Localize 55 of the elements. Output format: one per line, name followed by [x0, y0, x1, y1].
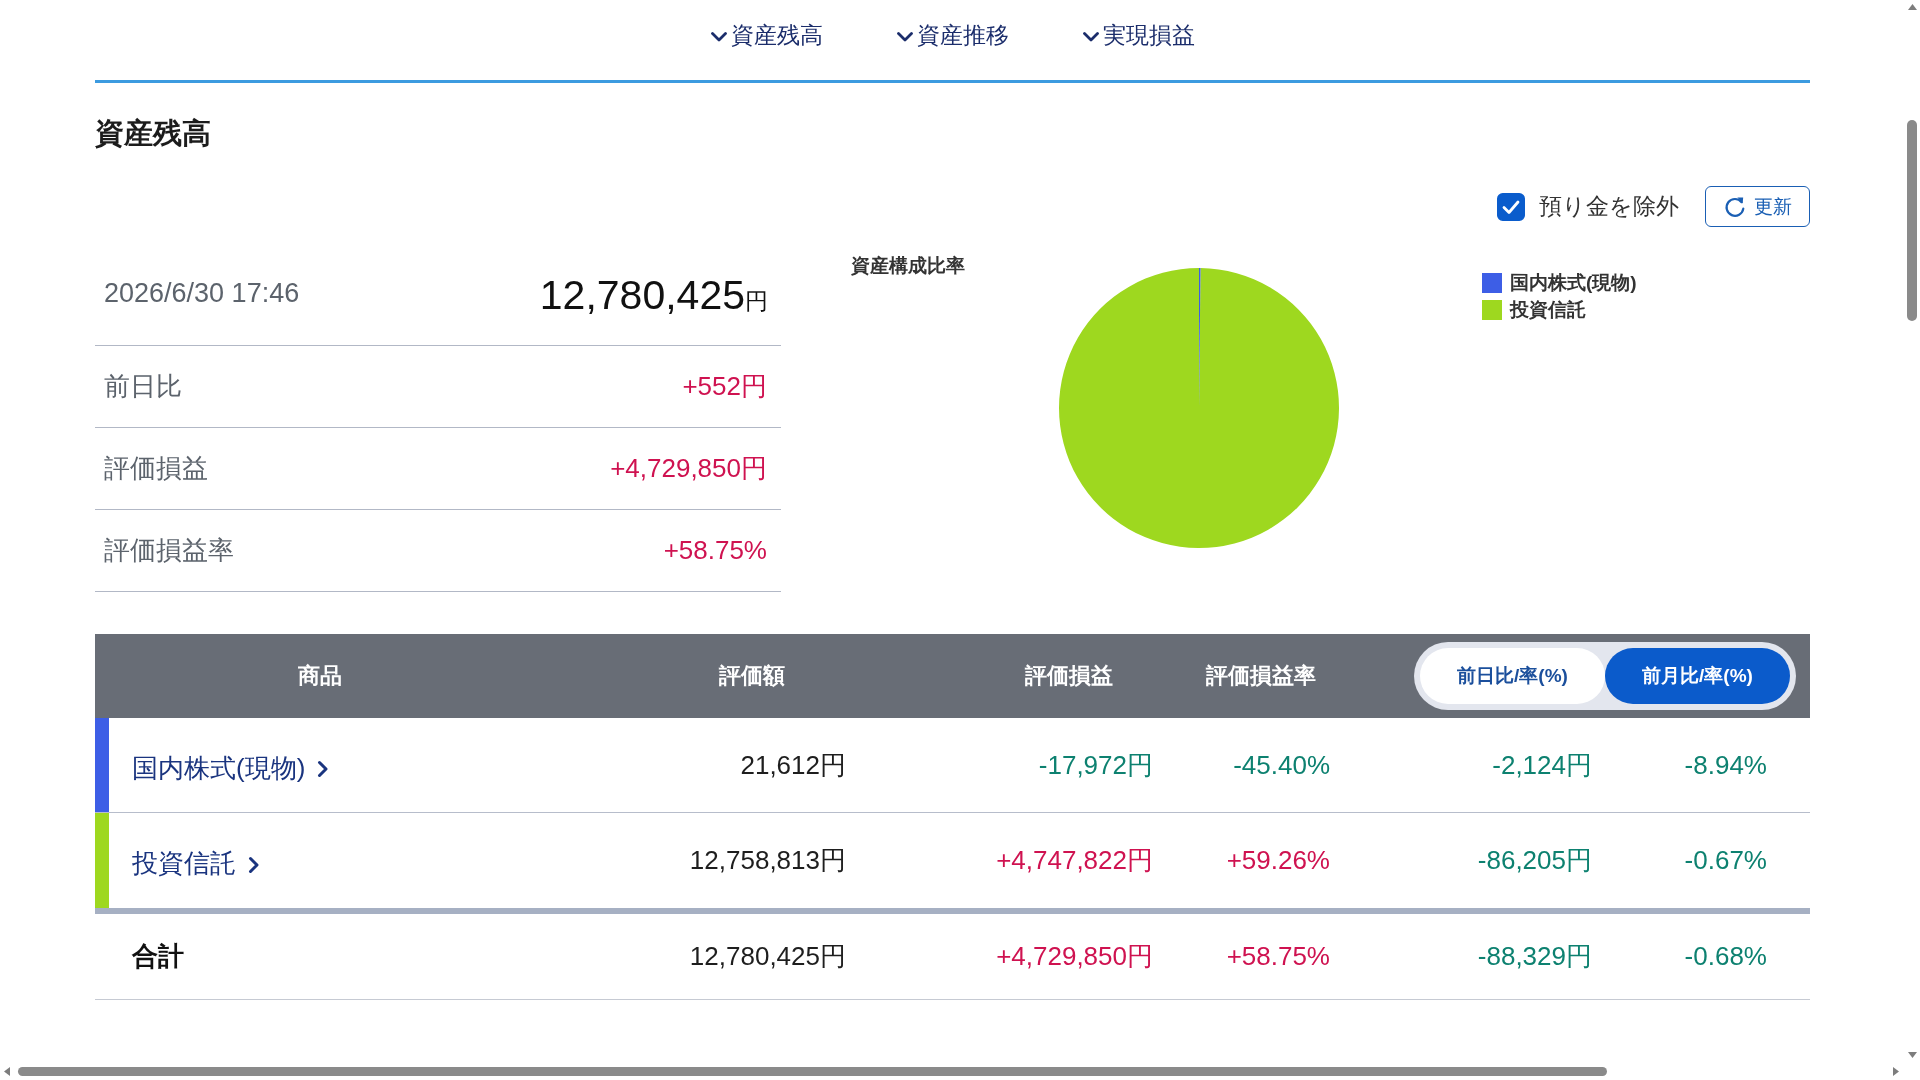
column-header: 評価損益率 [1206, 662, 1316, 690]
column-header: 評価額 [719, 662, 785, 690]
table-cell-text: 12,758,813円 [689, 844, 846, 877]
toggle-option[interactable]: 前月比/率(%) [1605, 648, 1790, 704]
refresh-button[interactable]: 更新 [1705, 186, 1810, 227]
summary-value: +4,729,850円 [610, 452, 767, 485]
total-amount: 12,780,425 [539, 272, 745, 319]
summary-value: +552円 [682, 370, 767, 403]
chevron-down-icon [710, 31, 727, 42]
scrollbar-thumb[interactable] [1907, 120, 1917, 321]
product-link[interactable]: 国内株式(現物) [132, 744, 330, 786]
checkbox[interactable] [1497, 192, 1525, 221]
summary-label: 評価損益 [104, 452, 208, 485]
table-cell: -45.40% [1233, 749, 1330, 781]
nav-link[interactable]: 資産残高 [710, 20, 823, 50]
table-cell: +59.26% [1226, 845, 1330, 876]
legend-label: 国内株式(現物) [1510, 271, 1637, 295]
checkbox-label[interactable]: 預り金を除外 [1539, 191, 1679, 222]
legend-label: 投資信託 [1510, 298, 1586, 322]
table-cell: -0.67% [1684, 845, 1767, 876]
table-cell-text: 21,612円 [740, 748, 846, 782]
currency-unit: 円 [745, 287, 768, 316]
product-link[interactable]: 投資信託 [132, 840, 260, 881]
table-cell-text: +4,747,822円 [996, 844, 1153, 877]
table-cell-text: -2,124円 [1492, 748, 1592, 782]
scrollbar-thumb[interactable] [18, 1067, 1607, 1076]
chart-title: 資産構成比率 [851, 255, 965, 276]
nav-link[interactable]: 資産推移 [896, 20, 1009, 50]
column-header: 評価損益 [1025, 662, 1113, 690]
scroll-left-arrow-icon[interactable] [4, 1067, 10, 1076]
scroll-up-arrow-icon[interactable] [1908, 4, 1917, 10]
summary-value: +58.75% [663, 535, 767, 566]
total-label: 合計 [132, 940, 184, 973]
chevron-down-icon [896, 31, 913, 42]
chevron-right-icon [248, 855, 260, 874]
summary-label: 評価損益率 [104, 534, 234, 567]
timestamp: 2026/6/30 17:46 [104, 278, 300, 309]
table-cell-text: -88,329円 [1477, 940, 1592, 973]
table-cell-text: 12,780,425円 [689, 940, 846, 973]
table-cell: +58.75% [1226, 941, 1330, 972]
summary-label: 前日比 [104, 370, 182, 403]
toggle-option[interactable]: 前日比/率(%) [1420, 648, 1605, 704]
chevron-right-icon [317, 760, 330, 778]
column-header: 商品 [298, 662, 342, 690]
chevron-down-icon [1082, 31, 1099, 42]
table-cell-text: -86,205円 [1477, 844, 1592, 877]
table-cell-text: -17,972円 [1038, 748, 1153, 782]
table-cell: -8.94% [1684, 749, 1767, 781]
scroll-down-arrow-icon[interactable] [1908, 1052, 1917, 1058]
scroll-right-arrow-icon[interactable] [1893, 1067, 1899, 1076]
nav-link[interactable]: 実現損益 [1082, 20, 1195, 50]
table-cell-text: +4,729,850円 [996, 940, 1153, 973]
section-title: 資産残高 [95, 116, 211, 151]
refresh-icon [1723, 195, 1746, 218]
table-cell: -0.68% [1684, 941, 1767, 972]
